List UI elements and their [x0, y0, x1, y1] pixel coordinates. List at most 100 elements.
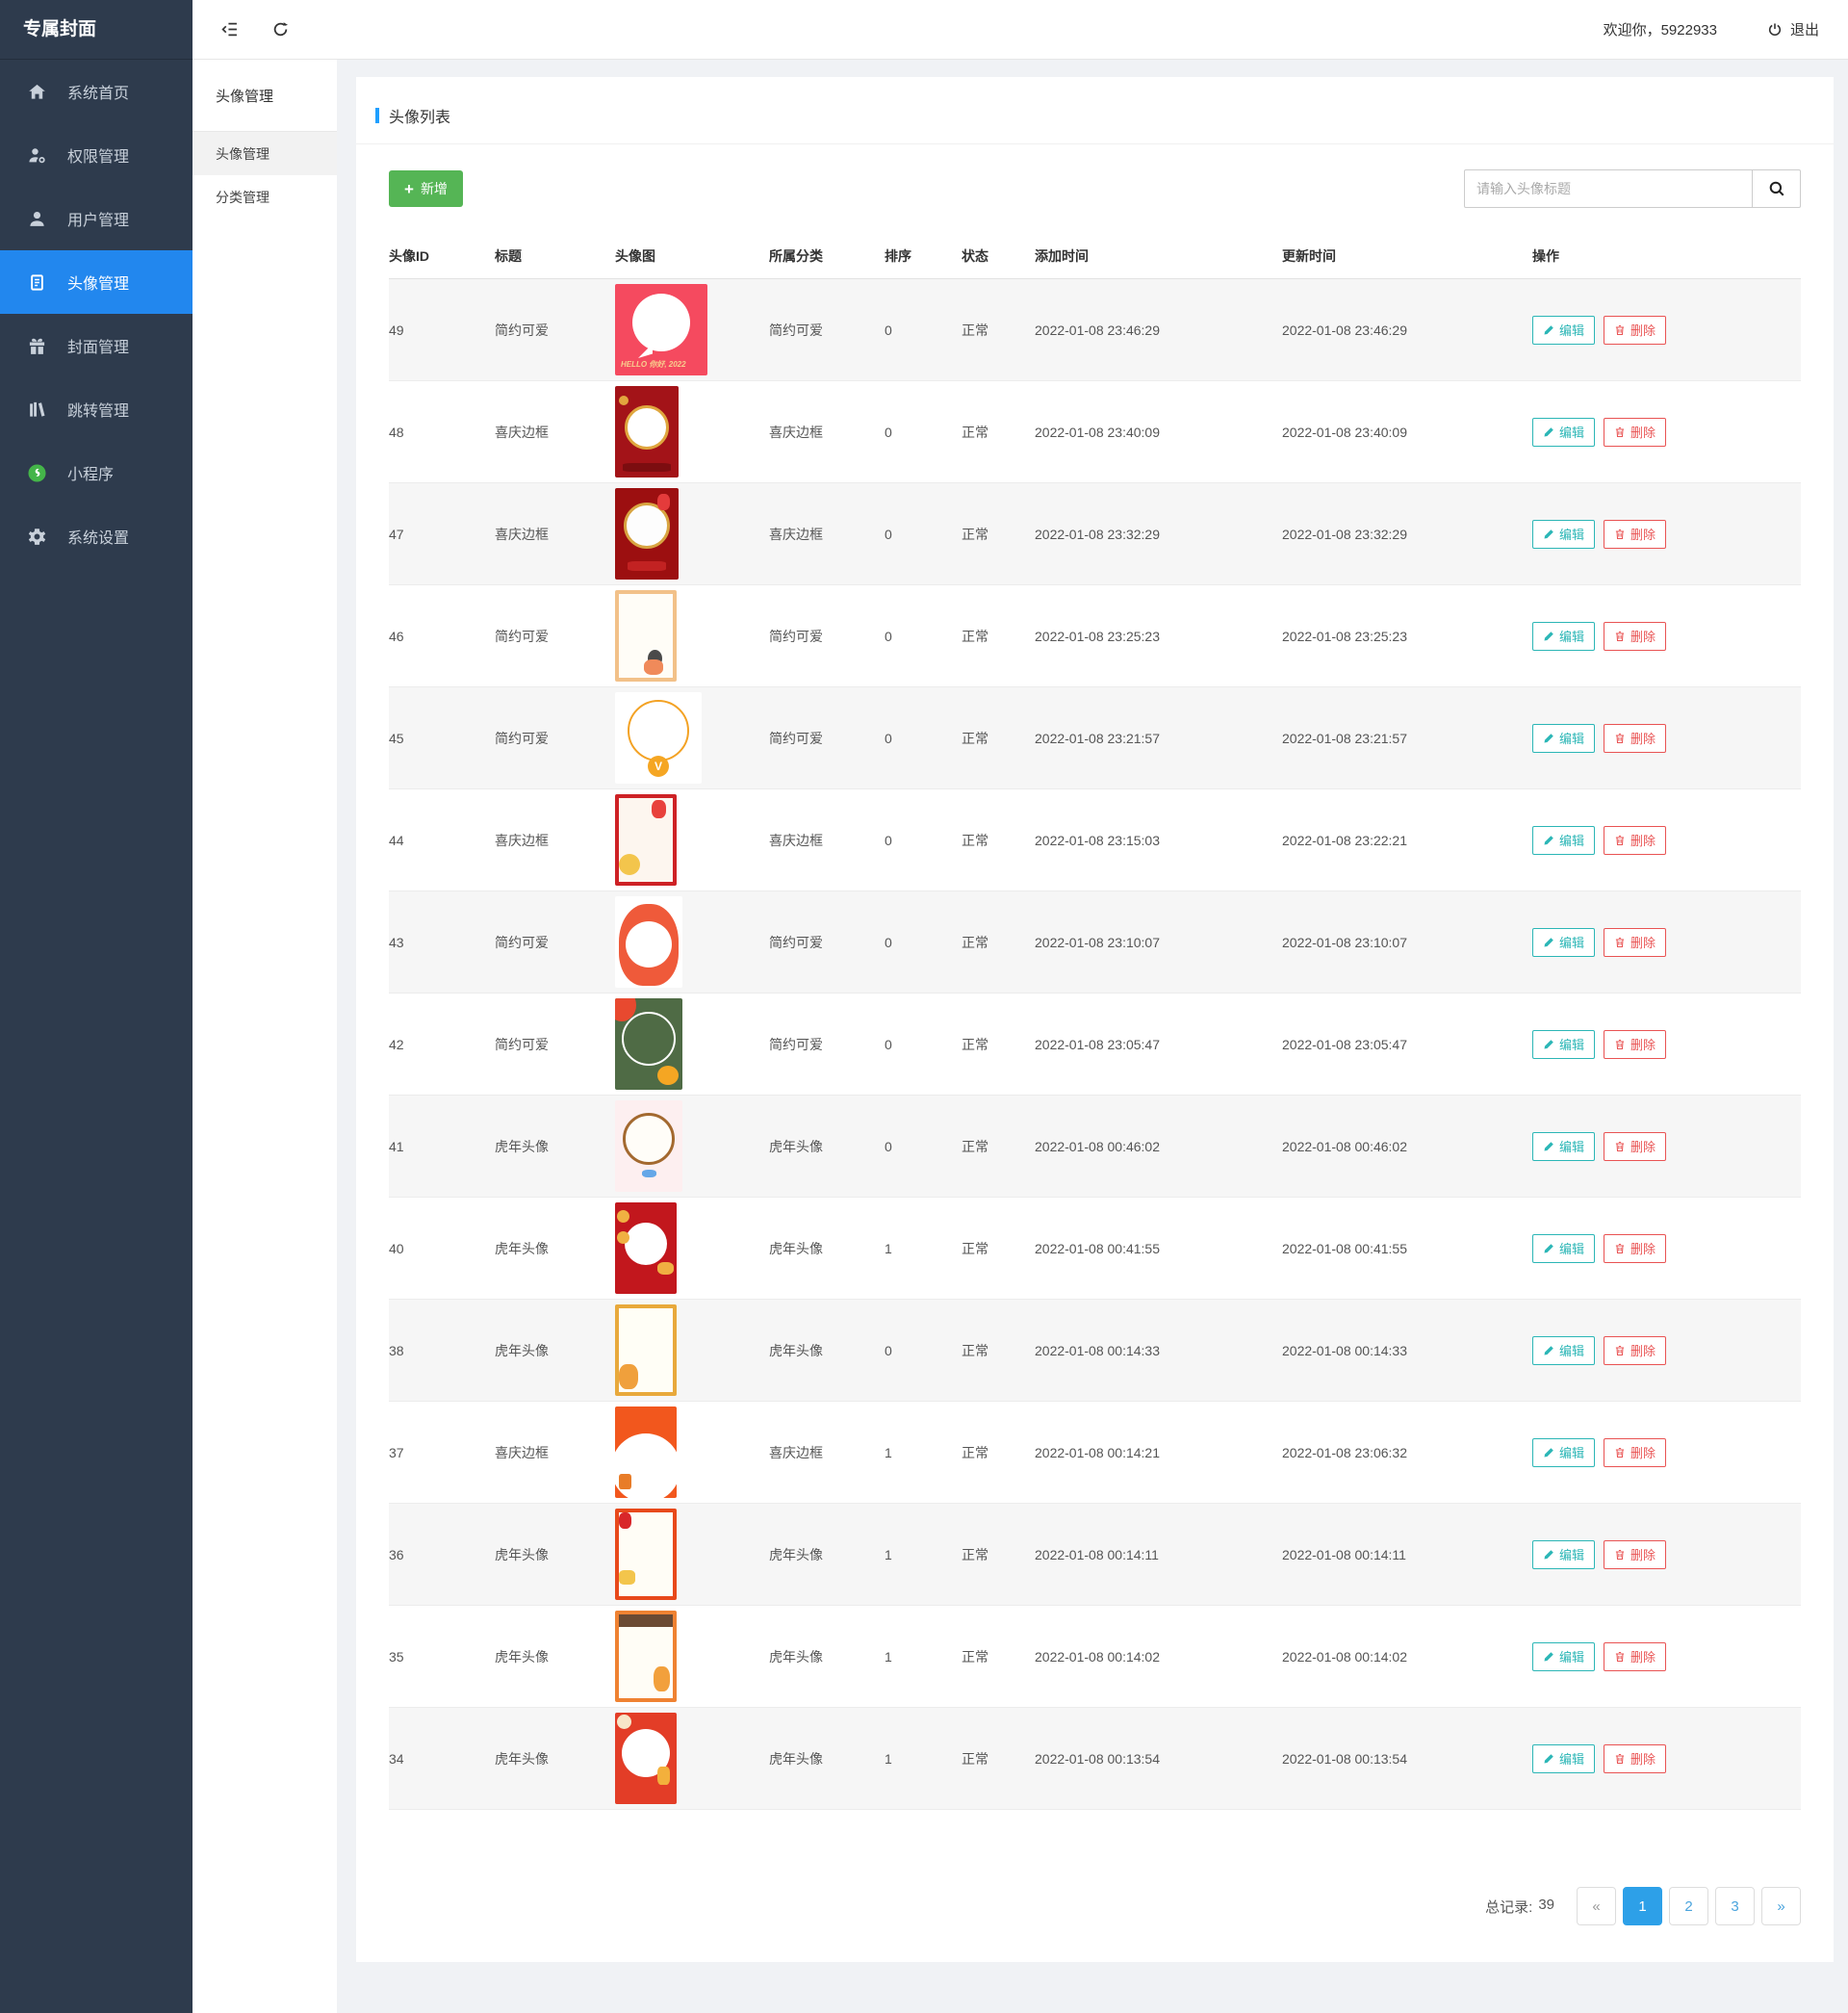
table-body: 49 简约可爱 HELLO 你好, 2022 简约可爱 0 正常 2022-01… [389, 279, 1801, 1810]
column-header: 标题 [495, 246, 615, 266]
avatar-thumbnail [615, 998, 682, 1090]
add-button[interactable]: + 新增 [389, 170, 463, 207]
delete-button[interactable]: 删除 [1604, 316, 1666, 345]
avatar-thumbnail [615, 1100, 682, 1192]
edit-button[interactable]: 编辑 [1532, 520, 1595, 549]
cell-avatar-image [615, 794, 769, 886]
table-row: 47 喜庆边框 喜庆边框 0 正常 2022-01-08 23:32:29 20… [389, 483, 1801, 585]
sidebar-item-settings[interactable]: 系统设置 [0, 504, 192, 568]
cell-title: 简约可爱 [495, 321, 615, 340]
pagination-next[interactable]: » [1761, 1887, 1801, 1925]
topbar: 欢迎你，5922933 退出 [192, 0, 1848, 60]
search-icon [1768, 180, 1785, 197]
cell-operations: 编辑 删除 [1532, 928, 1801, 957]
sidebar-item-user[interactable]: 用户管理 [0, 187, 192, 250]
edit-button[interactable]: 编辑 [1532, 928, 1595, 957]
delete-button[interactable]: 删除 [1604, 418, 1666, 447]
cell-updated-time: 2022-01-08 23:05:47 [1282, 1037, 1532, 1052]
delete-button[interactable]: 删除 [1604, 826, 1666, 855]
sidebar-item-permission[interactable]: 权限管理 [0, 123, 192, 187]
column-header: 操作 [1532, 246, 1801, 266]
table-row: 43 简约可爱 简约可爱 0 正常 2022-01-08 23:10:07 20… [389, 891, 1801, 994]
cell-added-time: 2022-01-08 23:21:57 [1035, 731, 1282, 746]
delete-button[interactable]: 删除 [1604, 1744, 1666, 1773]
cell-avatar-id: 34 [389, 1751, 495, 1767]
sidebar-item-home[interactable]: 系统首页 [0, 60, 192, 123]
submenu-title[interactable]: 头像管理 [192, 60, 337, 132]
cell-updated-time: 2022-01-08 23:22:21 [1282, 833, 1532, 848]
delete-button[interactable]: 删除 [1604, 1642, 1666, 1671]
delete-button[interactable]: 删除 [1604, 1132, 1666, 1161]
table-row: 37 喜庆边框 喜庆边框 1 正常 2022-01-08 00:14:21 20… [389, 1402, 1801, 1504]
delete-button[interactable]: 删除 [1604, 520, 1666, 549]
edit-button[interactable]: 编辑 [1532, 724, 1595, 753]
table-row: 36 虎年头像 虎年头像 1 正常 2022-01-08 00:14:11 20… [389, 1504, 1801, 1606]
delete-button[interactable]: 删除 [1604, 928, 1666, 957]
cell-status: 正常 [962, 321, 1035, 340]
edit-button[interactable]: 编辑 [1532, 1030, 1595, 1059]
edit-button[interactable]: 编辑 [1532, 1336, 1595, 1365]
refresh-icon[interactable] [272, 21, 289, 38]
edit-button[interactable]: 编辑 [1532, 1744, 1595, 1773]
delete-button[interactable]: 删除 [1604, 1438, 1666, 1467]
submenu-item-category-manage[interactable]: 分类管理 [192, 175, 337, 219]
edit-button[interactable]: 编辑 [1532, 1642, 1595, 1671]
search-input[interactable] [1464, 169, 1753, 208]
cell-category: 简约可爱 [769, 933, 885, 952]
pagination: 总记录: 39 « 123 » [389, 1887, 1801, 1925]
sidebar-item-miniapp[interactable]: 小程序 [0, 441, 192, 504]
pagination-page-1[interactable]: 1 [1623, 1887, 1662, 1925]
logout-button[interactable]: 退出 [1767, 19, 1819, 39]
cell-title: 简约可爱 [495, 933, 615, 952]
avatar-thumbnail: V [615, 692, 702, 784]
trash-icon [1614, 1549, 1626, 1561]
collapse-menu-icon[interactable] [221, 21, 238, 38]
column-header: 头像ID [389, 246, 495, 266]
sidebar-item-cover[interactable]: 封面管理 [0, 314, 192, 377]
pagination-page-2[interactable]: 2 [1669, 1887, 1708, 1925]
search-button[interactable] [1753, 169, 1801, 208]
edit-button[interactable]: 编辑 [1532, 1438, 1595, 1467]
submenu-item-avatar-manage[interactable]: 头像管理 [192, 132, 337, 175]
delete-button[interactable]: 删除 [1604, 1540, 1666, 1569]
total-records-value: 39 [1538, 1897, 1554, 1917]
cell-avatar-id: 42 [389, 1037, 495, 1052]
cell-category: 虎年头像 [769, 1647, 885, 1666]
toolbar: + 新增 [389, 169, 1801, 208]
cell-added-time: 2022-01-08 00:14:02 [1035, 1649, 1282, 1665]
delete-button[interactable]: 删除 [1604, 724, 1666, 753]
cell-sort: 0 [885, 323, 962, 338]
edit-button[interactable]: 编辑 [1532, 1234, 1595, 1263]
edit-button[interactable]: 编辑 [1532, 826, 1595, 855]
delete-button[interactable]: 删除 [1604, 1030, 1666, 1059]
cell-title: 喜庆边框 [495, 423, 615, 442]
edit-button[interactable]: 编辑 [1532, 622, 1595, 651]
cell-avatar-id: 49 [389, 323, 495, 338]
avatar-thumbnail [615, 794, 677, 886]
cell-added-time: 2022-01-08 23:32:29 [1035, 527, 1282, 542]
sidebar-item-jump[interactable]: 跳转管理 [0, 377, 192, 441]
pagination-page-3[interactable]: 3 [1715, 1887, 1755, 1925]
delete-button[interactable]: 删除 [1604, 1336, 1666, 1365]
cell-sort: 0 [885, 1037, 962, 1052]
pagination-prev[interactable]: « [1577, 1887, 1616, 1925]
cell-added-time: 2022-01-08 00:14:11 [1035, 1547, 1282, 1562]
cell-title: 喜庆边框 [495, 1443, 615, 1462]
sidebar-item-label: 用户管理 [67, 207, 129, 230]
edit-button[interactable]: 编辑 [1532, 1540, 1595, 1569]
edit-button[interactable]: 编辑 [1532, 316, 1595, 345]
gift-icon [27, 336, 46, 355]
sidebar-item-avatar[interactable]: 头像管理 [0, 250, 192, 314]
trash-icon [1614, 733, 1626, 744]
cell-sort: 0 [885, 527, 962, 542]
cell-added-time: 2022-01-08 00:14:21 [1035, 1445, 1282, 1460]
delete-button[interactable]: 删除 [1604, 622, 1666, 651]
edit-button[interactable]: 编辑 [1532, 418, 1595, 447]
content-area: 头像列表 + 新增 [337, 60, 1848, 2013]
cell-status: 正常 [962, 1545, 1035, 1564]
total-records-label: 总记录: [1485, 1897, 1532, 1917]
cell-updated-time: 2022-01-08 00:14:11 [1282, 1547, 1532, 1562]
cell-updated-time: 2022-01-08 00:14:02 [1282, 1649, 1532, 1665]
edit-button[interactable]: 编辑 [1532, 1132, 1595, 1161]
delete-button[interactable]: 删除 [1604, 1234, 1666, 1263]
